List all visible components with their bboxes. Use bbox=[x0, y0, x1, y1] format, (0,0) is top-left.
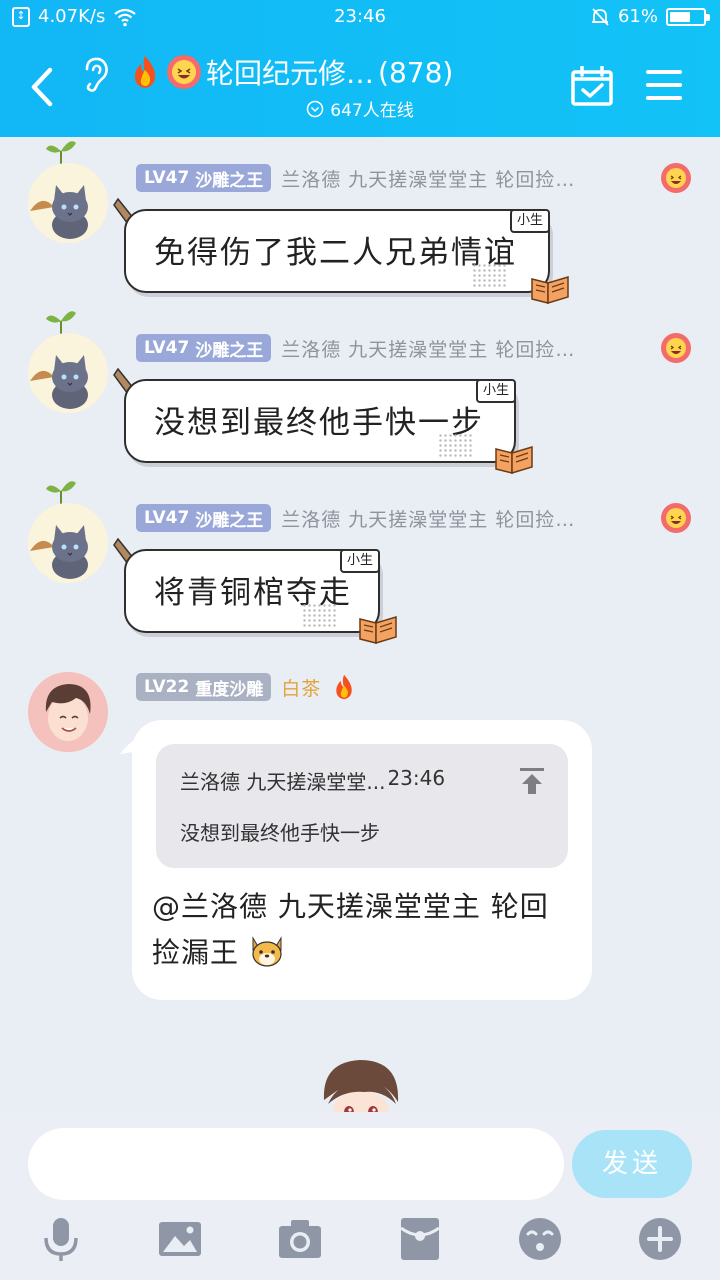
sender-meta: LV47 沙雕之王 兰洛德 九天搓澡堂堂主 轮回捡… bbox=[136, 503, 575, 533]
message-text: 免得伤了我二人兄弟情谊 bbox=[154, 235, 517, 271]
book-decoration-icon bbox=[359, 615, 397, 645]
chat-message: LV47 沙雕之王 兰洛德 九天搓澡堂堂主 轮回捡… 没想到最终他手快一步 小生 bbox=[0, 307, 720, 477]
battery-level-fill bbox=[670, 11, 690, 22]
status-bar: ↕ 4.07K/s 23:46 61% bbox=[0, 0, 720, 36]
level-badge: LV22 重度沙雕 bbox=[136, 673, 272, 701]
sender-nickname[interactable]: 兰洛德 九天搓澡堂堂主 轮回捡… bbox=[281, 335, 575, 362]
jump-to-top-icon[interactable] bbox=[518, 766, 546, 796]
dog-emoji-icon bbox=[252, 936, 282, 967]
plus-icon[interactable] bbox=[637, 1216, 683, 1262]
bubble-tag: 小生 bbox=[476, 379, 516, 403]
mute-bell-icon bbox=[591, 7, 609, 26]
avatar[interactable] bbox=[28, 333, 108, 413]
avatar[interactable] bbox=[28, 503, 108, 583]
send-button[interactable]: 发送 bbox=[572, 1130, 692, 1198]
microphone-icon[interactable] bbox=[38, 1216, 84, 1262]
chat-message: LV47 沙雕之王 兰洛德 九天搓澡堂堂主 轮回捡… 将青铜棺夺走 小生 bbox=[0, 477, 720, 647]
bubble-dots bbox=[472, 263, 508, 287]
bubble-tag: 小生 bbox=[510, 209, 550, 233]
laughing-flower-icon bbox=[661, 503, 691, 533]
ear-mode-icon[interactable] bbox=[80, 54, 114, 94]
calendar-check-icon[interactable] bbox=[570, 66, 614, 106]
quote-time: 23:46 bbox=[387, 766, 446, 790]
member-count: (878) bbox=[378, 55, 454, 89]
cat-avatar-icon bbox=[30, 525, 88, 579]
sender-nickname[interactable]: 兰洛德 九天搓澡堂堂主 轮回捡… bbox=[281, 505, 575, 532]
chevron-down-circle-icon bbox=[307, 100, 324, 117]
book-decoration-icon bbox=[495, 445, 533, 475]
sender-nickname[interactable]: 兰洛德 九天搓澡堂堂主 轮回捡… bbox=[281, 165, 575, 192]
input-bar: 发送 bbox=[0, 1112, 720, 1280]
fire-icon bbox=[336, 674, 352, 700]
message-bubble[interactable]: 将青铜棺夺走 小生 bbox=[124, 549, 380, 633]
message-input[interactable] bbox=[28, 1128, 564, 1200]
camera-icon[interactable] bbox=[277, 1216, 323, 1262]
reply-message-bubble[interactable]: 兰洛德 九天搓澡堂堂... 23:46 没想到最终他手快一步 @兰洛德 九天搓澡… bbox=[132, 720, 592, 1000]
quoted-message[interactable]: 兰洛德 九天搓澡堂堂... 23:46 没想到最终他手快一步 bbox=[156, 744, 568, 868]
battery-icon bbox=[666, 7, 710, 26]
image-icon[interactable] bbox=[157, 1216, 203, 1262]
level-badge: LV47 沙雕之王 bbox=[136, 504, 272, 532]
message-text: 没想到最终他手快一步 bbox=[154, 405, 484, 441]
menu-icon[interactable] bbox=[646, 70, 682, 102]
message-bubble[interactable]: 免得伤了我二人兄弟情谊 小生 bbox=[124, 209, 550, 293]
sender-meta: LV22 重度沙雕 白茶 bbox=[136, 672, 357, 702]
cat-avatar-icon bbox=[30, 185, 88, 239]
book-decoration-icon bbox=[531, 275, 569, 305]
sender-nickname[interactable]: 白茶 bbox=[281, 674, 321, 701]
bubble-dots bbox=[438, 433, 474, 457]
quote-text: 没想到最终他手快一步 bbox=[180, 821, 380, 845]
laughing-flower-icon bbox=[661, 163, 691, 193]
battery-percent: 61% bbox=[617, 6, 658, 27]
bubble-tag: 小生 bbox=[340, 549, 380, 573]
online-count: 647人在线 bbox=[330, 101, 414, 121]
boy-avatar-icon bbox=[28, 672, 108, 752]
avatar[interactable] bbox=[28, 672, 108, 752]
quote-author: 兰洛德 九天搓澡堂堂... bbox=[180, 770, 386, 794]
level-badge: LV47 沙雕之王 bbox=[136, 334, 272, 362]
reply-text: @兰洛德 九天搓澡堂堂主 轮回捡漏王 bbox=[152, 890, 549, 969]
red-packet-icon[interactable] bbox=[397, 1216, 443, 1262]
emoji-icon[interactable] bbox=[517, 1216, 563, 1262]
laughing-flower-icon bbox=[661, 333, 691, 363]
message-bubble[interactable]: 没想到最终他手快一步 小生 bbox=[124, 379, 516, 463]
bubble-dots bbox=[302, 603, 338, 627]
avatar[interactable] bbox=[28, 163, 108, 243]
laughing-flower-icon bbox=[167, 55, 201, 89]
fire-icon bbox=[134, 56, 156, 88]
group-title[interactable]: 轮回纪元修… (878) bbox=[128, 52, 528, 92]
cat-avatar-icon bbox=[30, 355, 88, 409]
chat-header: ↕ 4.07K/s 23:46 61% 轮回纪元修… (878) 647人在线 bbox=[0, 0, 720, 137]
sender-meta: LV47 沙雕之王 兰洛德 九天搓澡堂堂主 轮回捡… bbox=[136, 333, 575, 363]
chat-message: LV47 沙雕之王 兰洛德 九天搓澡堂堂主 轮回捡… 免得伤了我二人兄弟情谊 小… bbox=[0, 137, 720, 307]
level-badge: LV47 沙雕之王 bbox=[136, 164, 272, 192]
group-name: 轮回纪元修… bbox=[206, 57, 375, 90]
sender-meta: LV47 沙雕之王 兰洛德 九天搓澡堂堂主 轮回捡… bbox=[136, 163, 575, 193]
